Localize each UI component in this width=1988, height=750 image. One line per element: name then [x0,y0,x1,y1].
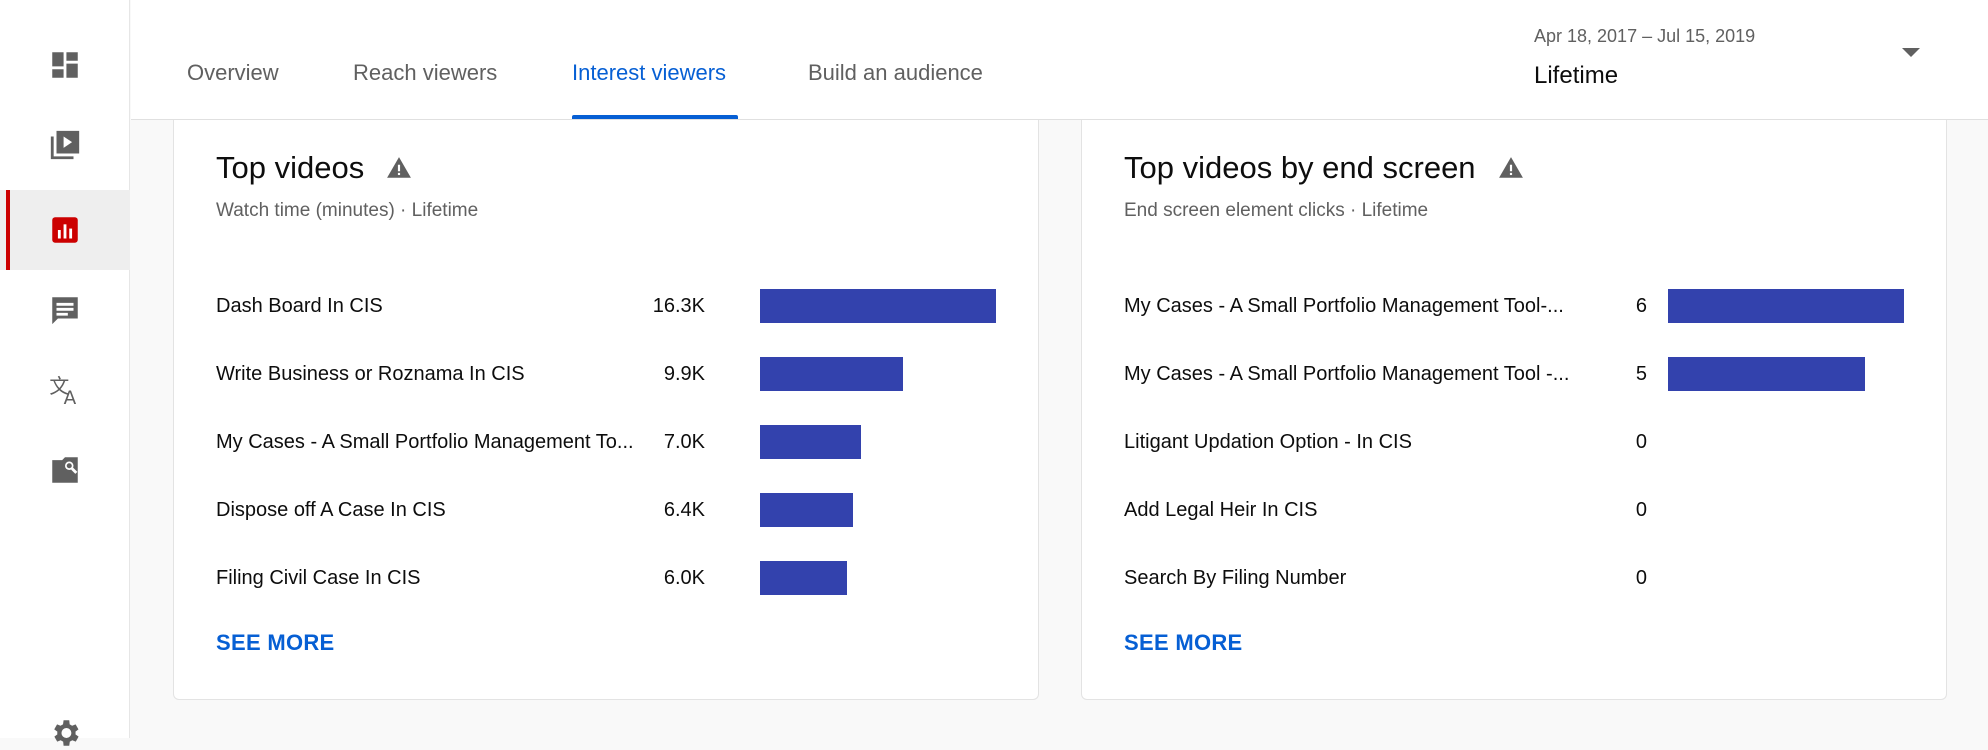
list-item[interactable]: Litigant Updation Option - In CIS 0 [1124,422,1954,462]
metric-bar [760,425,861,459]
date-range-text[interactable]: Apr 18, 2017 – Jul 15, 2019 [1534,26,1755,47]
nav-analytics[interactable] [0,190,130,270]
video-title: My Cases - A Small Portfolio Management … [1124,362,1570,385]
metric-value: 7.0K [663,430,705,453]
metric-value: 9.9K [663,362,705,385]
metric-value: 16.3K [652,294,705,317]
top-videos-end-screen-card: Top videos by end screen End screen elem… [1081,120,1947,700]
nav-comments[interactable] [0,270,130,350]
nav-copyright[interactable] [0,430,130,510]
top-videos-card: Top videos Watch time (minutes) · Lifeti… [173,120,1039,700]
chevron-down-icon[interactable] [1902,48,1920,57]
date-period-text[interactable]: Lifetime [1534,62,1618,90]
metric-value: 6.0K [663,566,705,589]
metric-bar [760,357,903,391]
nav-translations[interactable]: 文 A [0,350,130,430]
warning-icon[interactable] [386,155,412,181]
top-bar: Overview Reach viewers Interest viewers … [131,0,1988,120]
list-item[interactable]: Write Business or Roznama In CIS 9.9K [216,354,1046,394]
analytics-icon [52,217,78,243]
content-icon [50,130,80,160]
card-title: Top videos by end screen [1124,150,1524,186]
nav-content[interactable] [0,105,130,185]
metric-value: 0 [1635,430,1647,453]
end-screen-title: Top videos by end screen [1124,150,1476,185]
svg-text:A: A [64,388,77,407]
video-title: Search By Filing Number [1124,566,1347,589]
translations-icon: 文 A [49,375,77,407]
nav-dashboard[interactable] [0,25,130,105]
list-item[interactable]: Search By Filing Number 0 [1124,558,1954,598]
metric-value: 6.4K [663,498,705,521]
video-title: Litigant Updation Option - In CIS [1124,430,1412,453]
video-title: My Cases - A Small Portfolio Management … [216,430,634,453]
video-title: My Cases - A Small Portfolio Management … [1124,294,1564,317]
card-subtitle: Watch time (minutes) · Lifetime [216,200,479,221]
metric-value: 5 [1635,362,1647,385]
video-title: Add Legal Heir In CIS [1124,498,1318,521]
card-subtitle: End screen element clicks · Lifetime [1124,200,1429,221]
metric-value: 0 [1635,566,1647,589]
metric-bar [760,493,853,527]
list-item[interactable]: My Cases - A Small Portfolio Management … [216,422,1046,462]
see-more-button[interactable]: SEE MORE [216,630,335,656]
list-item[interactable]: Filing Civil Case In CIS 6.0K [216,558,1046,598]
metric-bar [760,561,847,595]
video-title: Dispose off A Case In CIS [216,498,446,521]
list-item[interactable]: Add Legal Heir In CIS 0 [1124,490,1954,530]
tab-build-an-audience[interactable]: Build an audience [808,60,983,86]
left-nav-rail: 文 A [0,0,130,746]
metric-bar [1668,289,1904,323]
list-item[interactable]: My Cases - A Small Portfolio Management … [1124,354,1954,394]
list-item[interactable]: Dash Board In CIS 16.3K [216,286,1046,326]
video-title: Write Business or Roznama In CIS [216,362,525,385]
top-videos-title: Top videos [216,150,365,185]
metric-value: 0 [1635,498,1647,521]
metric-bar [760,289,996,323]
video-title: Filing Civil Case In CIS [216,566,421,589]
tab-overview[interactable]: Overview [187,60,279,86]
dashboard-icon [52,52,78,78]
metric-bar [1668,357,1865,391]
card-title: Top videos [216,150,412,186]
video-title: Dash Board In CIS [216,294,383,317]
list-item[interactable]: Dispose off A Case In CIS 6.4K [216,490,1046,530]
comments-icon [52,297,78,325]
settings-icon[interactable] [48,716,82,750]
warning-icon[interactable] [1498,155,1524,181]
metric-value: 6 [1635,294,1647,317]
tab-interest-viewers[interactable]: Interest viewers [572,60,726,86]
active-tab-indicator [572,115,738,119]
copyright-icon [52,457,78,483]
see-more-button[interactable]: SEE MORE [1124,630,1243,656]
list-item[interactable]: My Cases - A Small Portfolio Management … [1124,286,1954,326]
tab-reach-viewers[interactable]: Reach viewers [353,60,497,86]
